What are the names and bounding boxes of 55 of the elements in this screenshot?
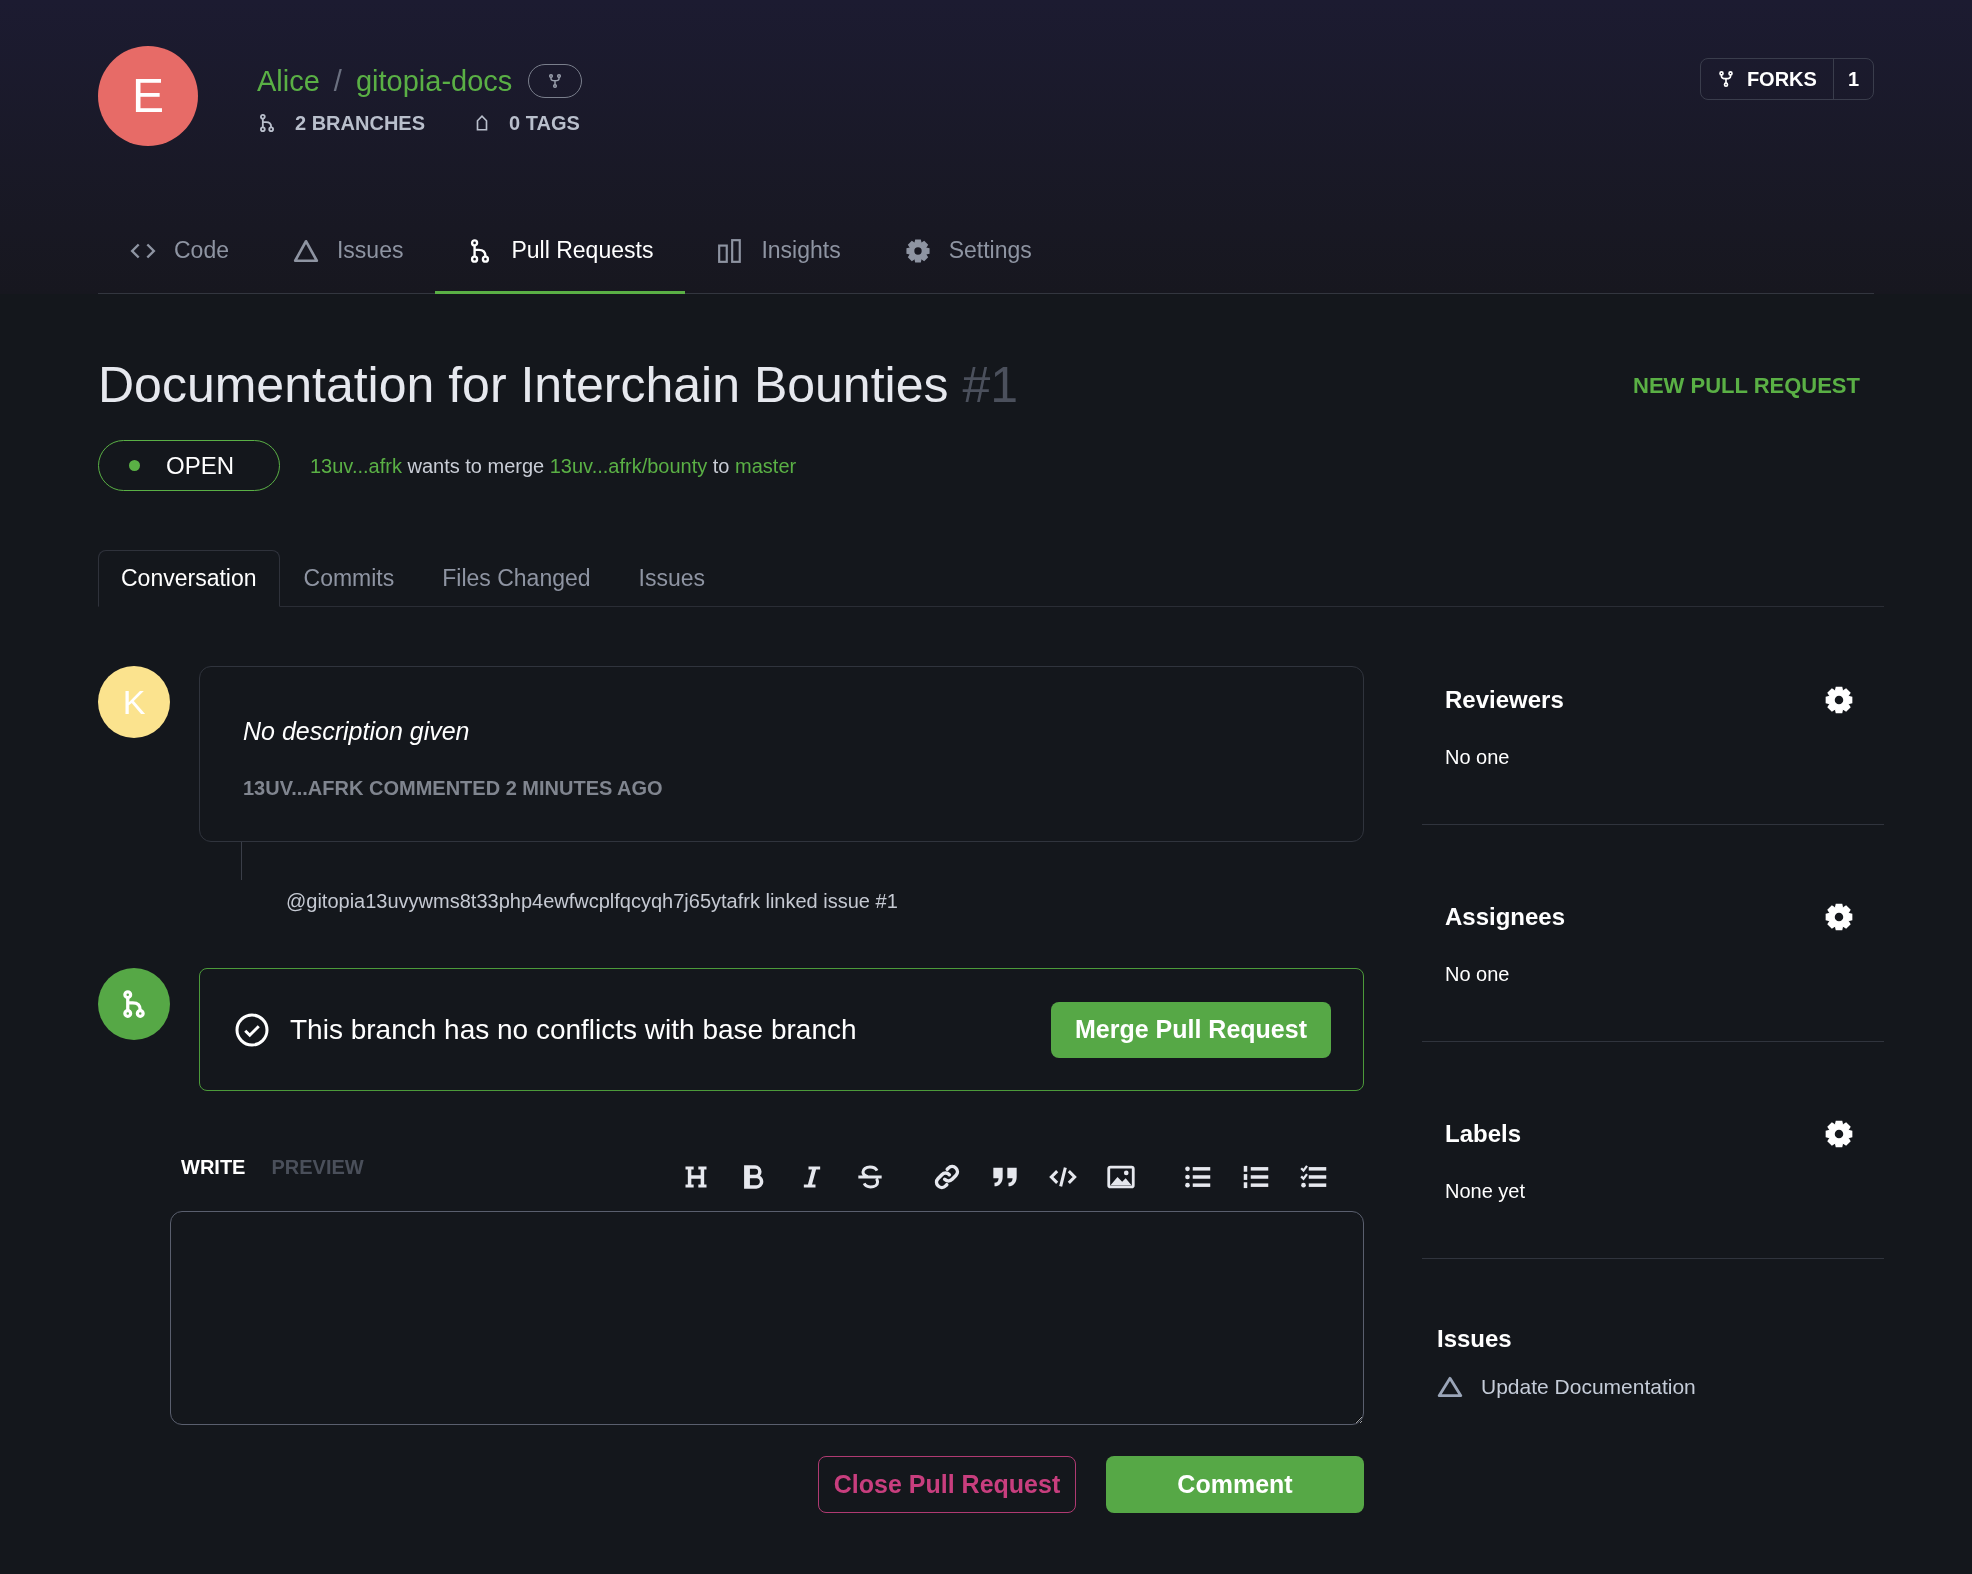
repo-name-link[interactable]: gitopia-docs (355, 66, 513, 96)
sidebar-heading: Assignees (1445, 902, 1566, 932)
nav-tab[interactable]: Settings (872, 210, 1064, 294)
triangle-icon (293, 237, 319, 264)
sub-tab[interactable]: Commits (279, 550, 419, 606)
check-circle-icon (234, 1011, 270, 1048)
merge-description: 13uv...afrk wants to merge 13uv...afrk/bounty to master (310, 453, 797, 479)
nav-tab[interactable]: Code (98, 210, 261, 294)
numbered-list-icon[interactable] (1242, 1163, 1270, 1191)
branch-icon (257, 112, 277, 134)
new-pull-request-link[interactable]: NEW PULL REQUEST (1633, 368, 1860, 402)
settings-icon[interactable] (1824, 1119, 1854, 1149)
checklist-icon[interactable] (1300, 1163, 1328, 1191)
forks-label: FORKS (1746, 67, 1817, 92)
fork-icon (1716, 70, 1735, 88)
settings-icon[interactable] (1824, 902, 1854, 932)
branch-link[interactable]: 13uv...afrk (310, 454, 402, 477)
forks-button[interactable]: FORKS 1 (1699, 58, 1874, 100)
comment-input[interactable] (170, 1211, 1364, 1425)
nav-tab[interactable]: Insights (685, 210, 873, 294)
bars-icon (717, 237, 744, 264)
sub-tab[interactable]: Issues (614, 550, 730, 606)
merge-status-text: This branch has no conflicts with base branch (290, 1012, 857, 1047)
settings-icon (904, 237, 931, 264)
sub-tab[interactable]: Conversation (98, 550, 280, 607)
forks-count: 1 (1832, 59, 1873, 99)
timeline-event: @gitopia13uvywms8t33php4ewfwcplfqcyqh7j65ytafrk linked issue #1 (286, 889, 898, 914)
sub-tab[interactable]: Files Changed (418, 550, 615, 606)
image-icon[interactable] (1107, 1163, 1135, 1191)
sidebar-heading: Reviewers (1445, 685, 1564, 715)
branch-link[interactable]: master (735, 454, 797, 477)
issue-link[interactable]: Update Documentation (1481, 1371, 1696, 1403)
branch-link[interactable]: 13uv...afrk/bounty (549, 454, 708, 477)
path-separator: / (333, 66, 342, 96)
strikethrough-icon[interactable] (856, 1163, 884, 1191)
comment-meta: 13UV...AFRK COMMENTED 2 MINUTES AGO (243, 775, 664, 801)
sidebar-value: None yet (1445, 1179, 1527, 1204)
owner-link[interactable]: Alice (257, 66, 320, 96)
sidebar-heading: Labels (1445, 1119, 1522, 1149)
nav-tab[interactable]: Issues (261, 210, 436, 294)
fork-icon (547, 73, 564, 89)
tags-link[interactable]: 0 TAGS (473, 113, 580, 133)
repo-avatar: E (98, 46, 198, 146)
close-pull-request-button[interactable]: Close Pull Request (818, 1456, 1076, 1513)
editor-tab[interactable]: WRITE (181, 1152, 246, 1182)
link-icon[interactable] (933, 1163, 961, 1191)
sidebar-heading: Issues (1437, 1324, 1513, 1354)
settings-icon[interactable] (1824, 685, 1854, 715)
sidebar-value: No one (1445, 745, 1511, 770)
sidebar-value: No one (1445, 962, 1511, 987)
nav-tab[interactable]: Pull Requests (435, 210, 686, 294)
comment-text: No description given (243, 716, 471, 747)
branches-link[interactable]: 2 BRANCHES (257, 112, 426, 134)
user-avatar: K (98, 666, 170, 738)
pr-title: Documentation for Interchain Bounties #1 (98, 356, 1018, 415)
